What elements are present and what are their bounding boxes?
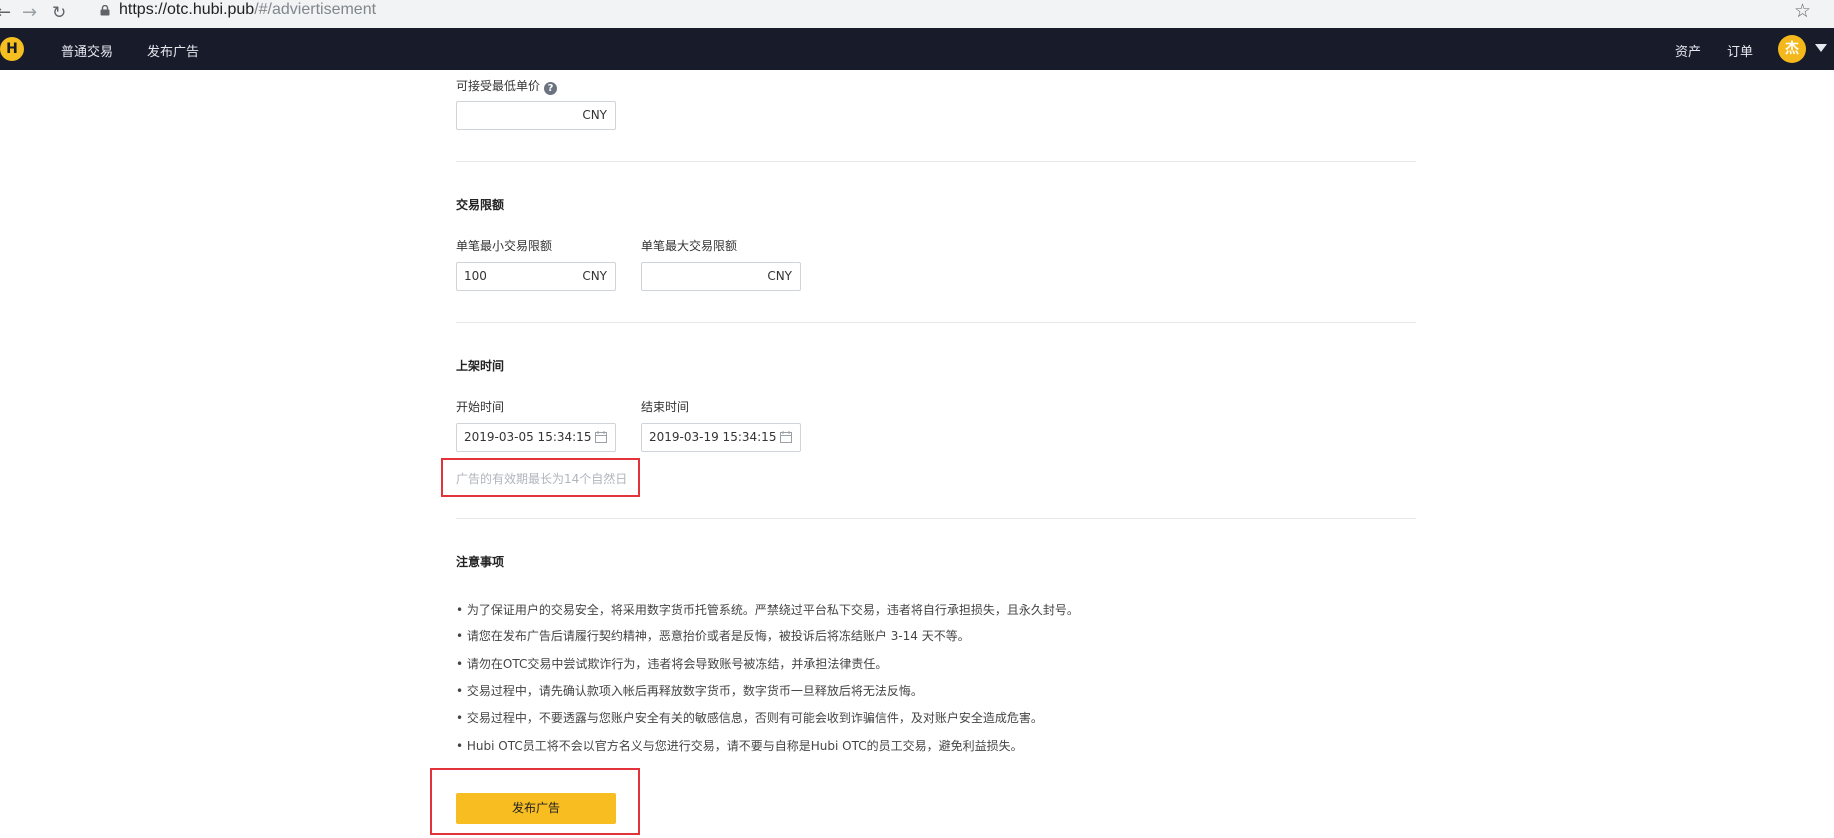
annotation-box (430, 768, 640, 835)
notes-title: 注意事项 (456, 555, 505, 569)
browser-toolbar: ← → ↻ https://otc.hubi.pub/#/adviertisem… (0, 0, 1834, 28)
nav-item-assets[interactable]: 资产 (1675, 41, 1701, 60)
max-limit-field[interactable]: CNY (641, 262, 801, 291)
annotation-box (441, 458, 640, 497)
note-item: • 请您在发布广告后请履行契约精神，恶意抬价或者是反悔，被投诉后将冻结账户 3-… (456, 629, 970, 643)
divider (456, 518, 1416, 519)
min-price-field[interactable]: CNY (456, 101, 616, 130)
star-icon[interactable]: ☆ (1794, 0, 1811, 22)
top-nav: H 普通交易 发布广告 资产 订单 杰 (0, 28, 1834, 70)
lock-icon (100, 5, 110, 16)
url-text[interactable]: https://otc.hubi.pub/#/adviertisement (119, 1, 376, 19)
note-item: • 为了保证用户的交易安全，将采用数字货币托管系统。严禁绕过平台私下交易，违者将… (456, 603, 1079, 617)
url-host: https://otc.hubi.pub (119, 1, 255, 18)
note-item: • 交易过程中，请先确认款项入帐后再释放数字货币，数字货币一旦释放后将无法反悔。 (456, 684, 923, 698)
hubi-logo[interactable]: H (0, 37, 24, 61)
start-time-label: 开始时间 (456, 400, 505, 414)
note-item: • Hubi OTC员工将不会以官方名义与您进行交易，请不要与自称是Hubi O… (456, 739, 1023, 753)
note-item: • 请勿在OTC交易中尝试欺诈行为，违者将会导致账号被冻结，并承担法律责任。 (456, 657, 888, 671)
avatar[interactable]: 杰 (1778, 35, 1806, 63)
trade-limit-title: 交易限额 (456, 198, 505, 212)
min-limit-label: 单笔最小交易限额 (456, 239, 553, 253)
chevron-down-icon[interactable] (1815, 44, 1827, 52)
nav-item-normal-trade[interactable]: 普通交易 (61, 41, 113, 60)
start-time-value: 2019-03-05 15:34:15 (464, 430, 592, 444)
help-icon[interactable]: ? (544, 82, 558, 95)
end-time-value: 2019-03-19 15:34:15 (649, 430, 777, 444)
nav-item-post-ad[interactable]: 发布广告 (147, 41, 199, 60)
end-time-label: 结束时间 (641, 400, 690, 414)
max-limit-unit: CNY (767, 269, 792, 283)
end-time-picker[interactable]: 2019-03-19 15:34:15 (641, 423, 801, 452)
divider (456, 322, 1416, 323)
reload-icon[interactable]: ↻ (52, 2, 66, 24)
min-limit-value: 100 (464, 269, 487, 283)
start-time-picker[interactable]: 2019-03-05 15:34:15 (456, 423, 616, 452)
note-item: • 交易过程中，不要透露与您账户安全有关的敏感信息，否则有可能会收到诈骗信件，及… (456, 711, 1043, 725)
min-price-label-text: 可接受最低单价 (456, 79, 541, 93)
min-limit-field[interactable]: 100 CNY (456, 262, 616, 291)
back-arrow-icon[interactable]: ← (0, 2, 11, 24)
min-price-label: 可接受最低单价? (456, 77, 558, 95)
nav-item-orders[interactable]: 订单 (1727, 41, 1753, 60)
calendar-icon[interactable] (780, 431, 792, 443)
max-limit-label: 单笔最大交易限额 (641, 239, 738, 253)
min-price-unit: CNY (582, 108, 607, 122)
forward-arrow-icon[interactable]: → (22, 2, 37, 24)
min-limit-unit: CNY (582, 269, 607, 283)
divider (456, 161, 1416, 162)
url-path: /#/adviertisement (254, 1, 377, 18)
listing-time-title: 上架时间 (456, 359, 505, 373)
calendar-icon[interactable] (595, 431, 607, 443)
